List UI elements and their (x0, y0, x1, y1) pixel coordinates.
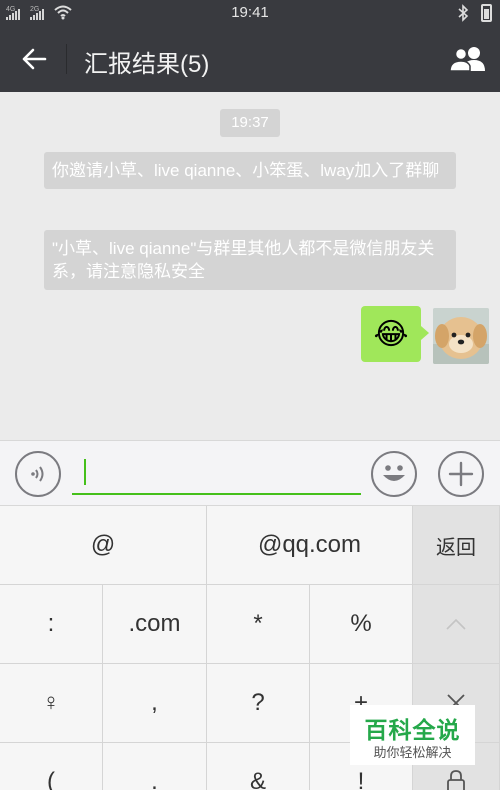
group-members-button[interactable] (448, 42, 488, 76)
plus-icon (448, 461, 474, 487)
system-message: "小草、live qianne"与群里其他人都不是微信朋友关系，请注意隐私安全 (44, 230, 456, 290)
bluetooth-icon (458, 4, 469, 22)
message-timestamp: 19:37 (220, 109, 280, 137)
watermark-subtitle: 助你轻松解决 (373, 745, 452, 760)
title-divider (66, 44, 67, 74)
watermark: 百科全说 助你轻松解决 (350, 705, 475, 765)
key-left-paren[interactable]: ( (0, 743, 103, 790)
lock-icon (447, 770, 465, 790)
key-ampersand[interactable]: & (207, 743, 310, 790)
sent-message-bubble[interactable]: 😂 (361, 306, 429, 362)
key-colon[interactable]: : (0, 585, 103, 664)
tears-of-joy-emoji: 😂 (373, 317, 409, 351)
back-button[interactable] (14, 42, 54, 76)
voice-icon (31, 466, 44, 482)
key-dot-com[interactable]: .com (103, 585, 207, 664)
chat-area[interactable]: 19:37 你邀请小草、live qianne、小笨蛋、lway加入了群聊 "小… (0, 92, 500, 440)
puppy-avatar-image (433, 308, 489, 364)
group-members-icon (449, 47, 485, 72)
voice-button[interactable] (15, 451, 61, 497)
key-period[interactable]: . (103, 743, 207, 790)
system-message: 你邀请小草、live qianne、小笨蛋、lway加入了群聊 (44, 152, 456, 189)
message-input[interactable] (72, 453, 361, 495)
plus-button[interactable] (438, 451, 484, 497)
key-question[interactable]: ? (207, 664, 310, 743)
status-bar: 4G 2G 19:41 (0, 0, 500, 26)
page-title: 汇报结果(5) (84, 51, 210, 78)
input-bar (0, 440, 500, 506)
avatar[interactable] (433, 308, 489, 364)
status-time: 19:41 (231, 4, 269, 21)
key-qq-com[interactable]: @qq.com (207, 506, 413, 585)
chevron-up-icon (446, 618, 466, 630)
battery-icon (481, 4, 492, 22)
key-page-up[interactable] (413, 585, 500, 664)
key-at[interactable]: @ (0, 506, 207, 585)
text-cursor (84, 459, 86, 485)
back-arrow-icon (22, 48, 47, 70)
status-right (457, 4, 492, 22)
watermark-title: 百科全说 (364, 717, 461, 743)
key-comma[interactable]: , (103, 664, 207, 743)
emoji-icon (383, 465, 405, 481)
key-female[interactable]: ♀ (0, 664, 103, 743)
key-asterisk[interactable]: * (207, 585, 310, 664)
key-percent[interactable]: % (310, 585, 413, 664)
emoji-button[interactable] (371, 451, 417, 497)
title-bar: 汇报结果(5) (0, 26, 500, 92)
key-return[interactable]: 返回 (413, 506, 500, 585)
